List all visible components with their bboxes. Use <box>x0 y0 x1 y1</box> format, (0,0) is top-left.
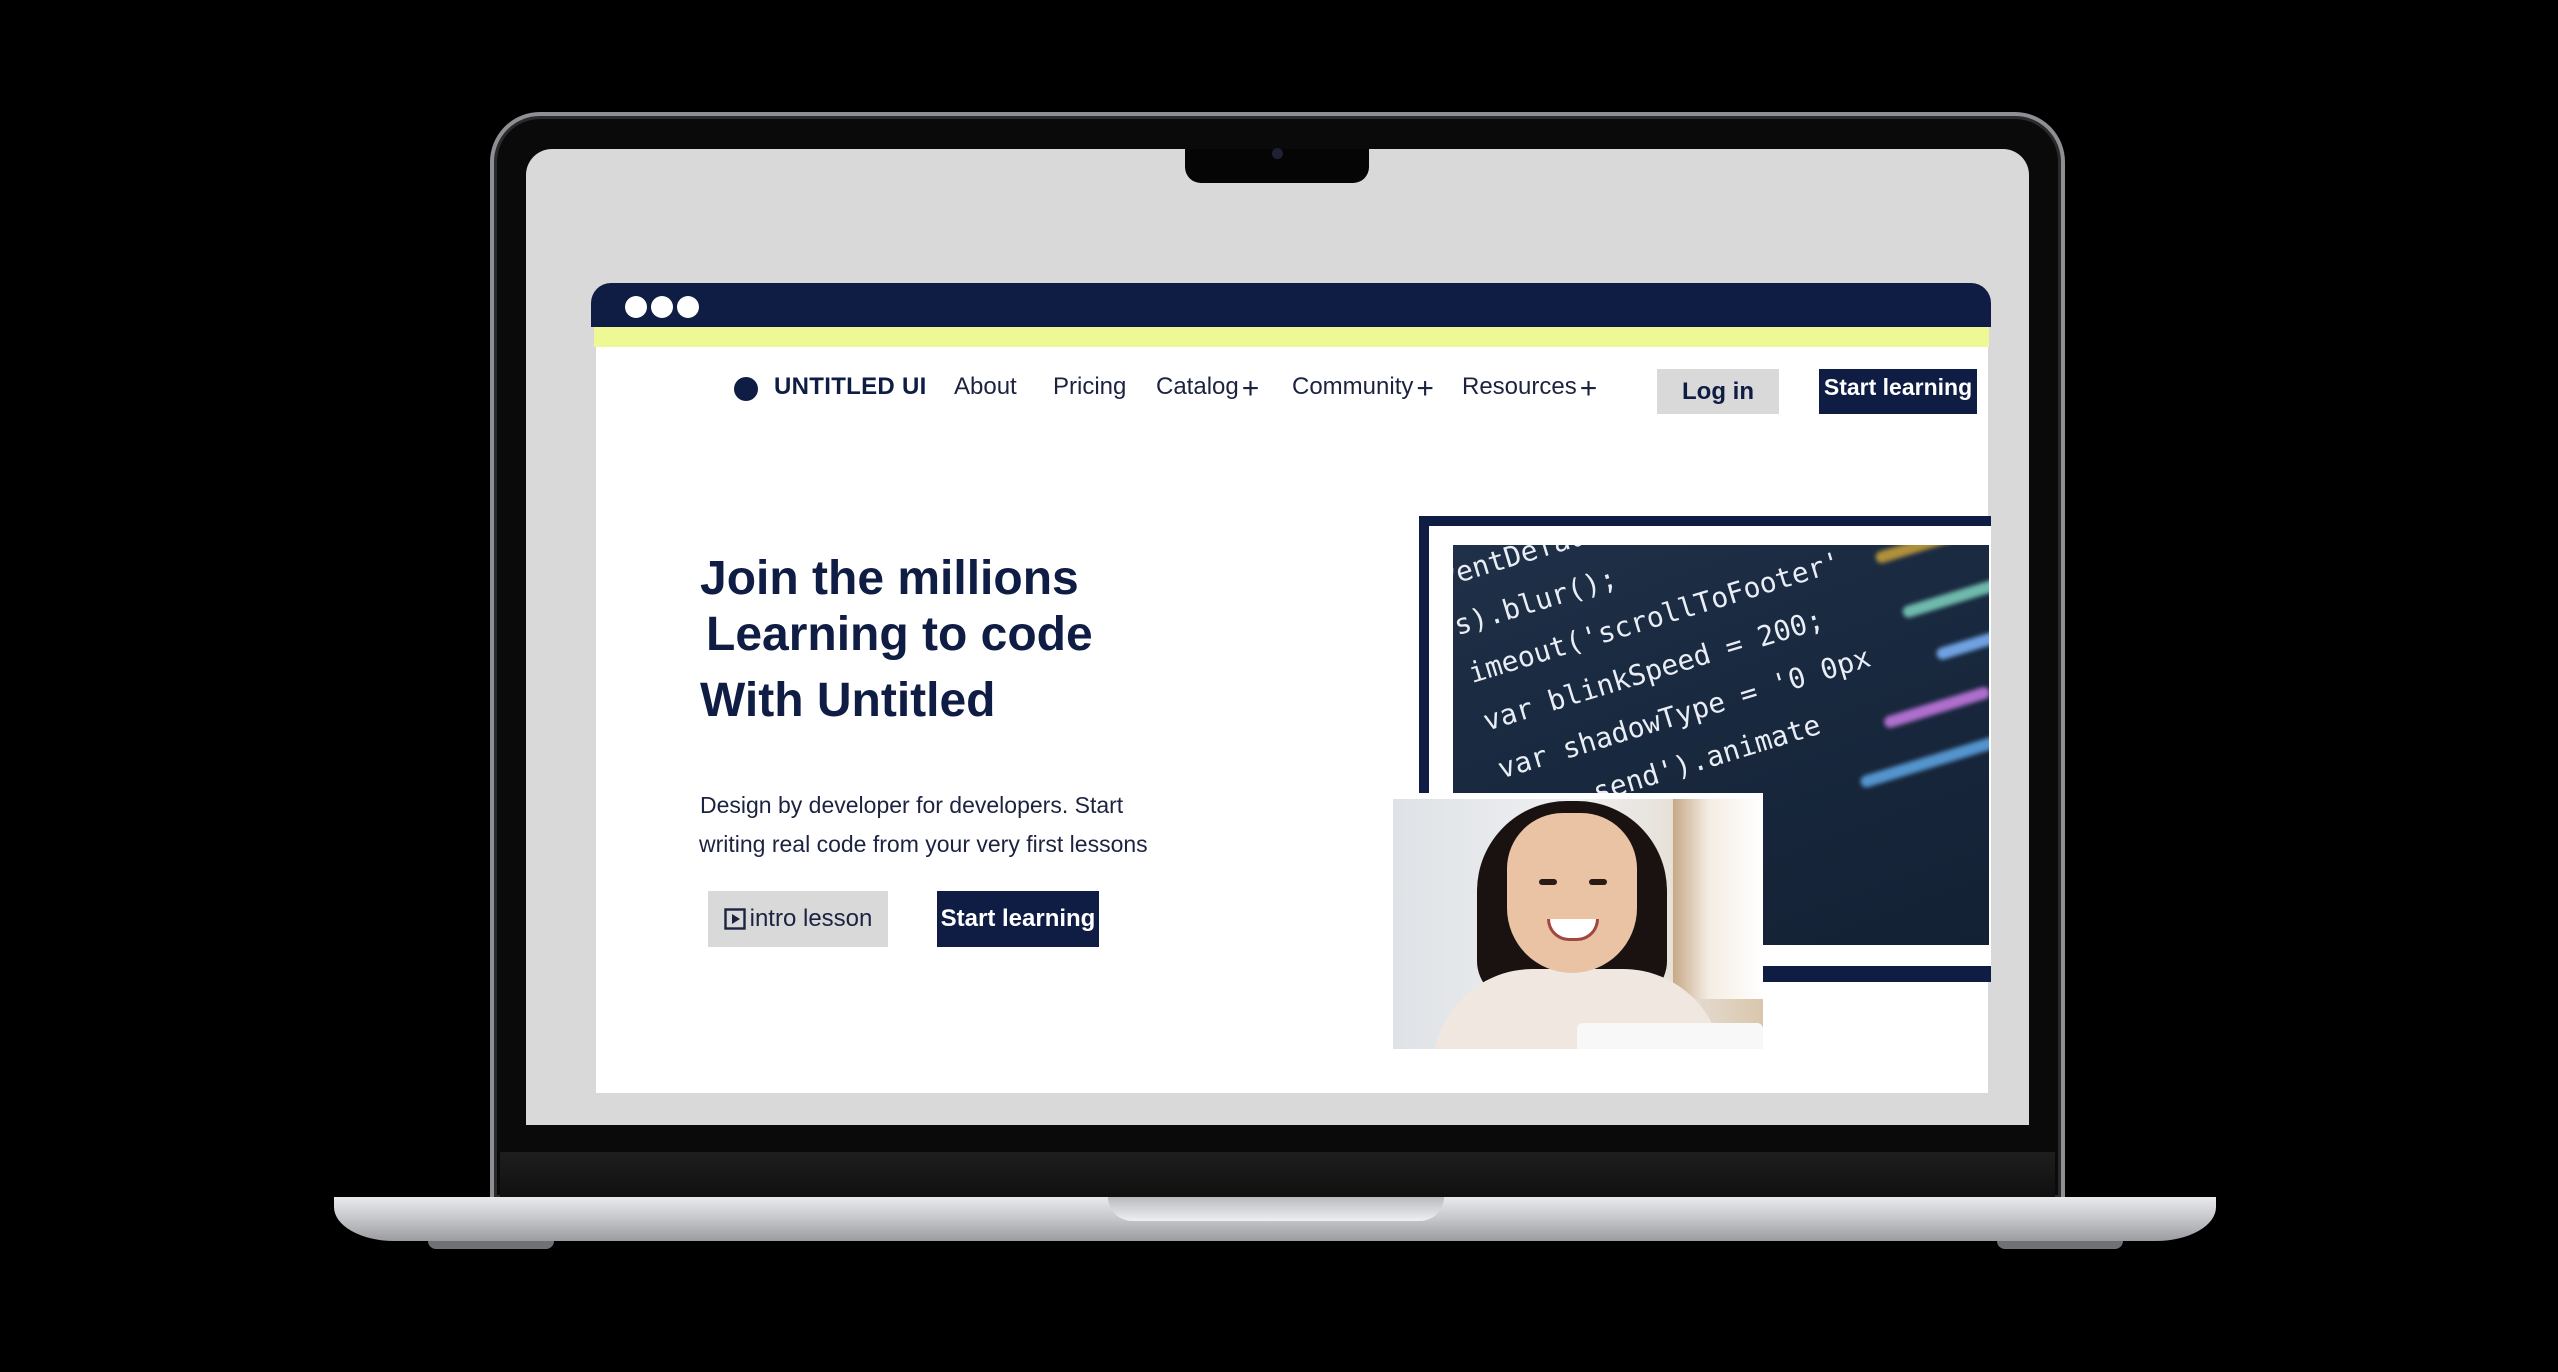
window-dot-icon[interactable] <box>625 296 647 318</box>
play-icon <box>723 908 746 930</box>
intro-lesson-button[interactable]: intro lesson <box>708 891 888 947</box>
nav-link-catalog[interactable]: Catalog + <box>1156 373 1259 404</box>
nav-link-community[interactable]: Community + <box>1292 373 1434 404</box>
plus-icon: + <box>1579 372 1598 405</box>
laptop-hinge <box>500 1152 2055 1197</box>
hero-description-line-1: Design by developer for developers. Star… <box>700 792 1124 818</box>
photo-face <box>1507 813 1637 973</box>
laptop-foot-left <box>428 1241 554 1249</box>
photo-eye <box>1589 879 1607 885</box>
nav-link-label: Pricing <box>1053 373 1127 400</box>
laptop-opening-notch <box>1108 1197 1444 1221</box>
logo-icon[interactable] <box>734 377 758 401</box>
nav-link-label: Catalog <box>1156 373 1239 400</box>
window-dot-icon[interactable] <box>677 296 699 318</box>
login-button[interactable]: Log in <box>1657 369 1779 414</box>
photo-window <box>1673 799 1763 999</box>
hero-title-line-3: With Untitled <box>700 674 996 727</box>
nav-link-label: Community <box>1292 373 1414 400</box>
nav-link-label: About <box>954 373 1017 400</box>
plus-icon: + <box>1416 372 1434 405</box>
laptop-foot-right <box>1997 1241 2123 1249</box>
code-frame-accent <box>1762 966 1991 978</box>
hero-start-learning-button[interactable]: Start learning <box>937 891 1099 947</box>
intro-lesson-label: intro lesson <box>749 905 873 932</box>
nav-start-learning-button[interactable]: Start learning <box>1819 369 1977 414</box>
photo-eye <box>1539 879 1557 885</box>
camera-icon <box>1272 148 1283 159</box>
photo-overlay-card <box>1577 1023 1763 1049</box>
hero-description-line-2: writing real code from your very first l… <box>699 831 1148 857</box>
nav-link-label: Resources <box>1462 373 1577 400</box>
nav-link-pricing[interactable]: Pricing <box>1053 373 1126 401</box>
nav-link-resources[interactable]: Resources + <box>1462 373 1597 404</box>
browser-title-bar <box>591 283 1991 327</box>
hero-title-line-2: Learning to code <box>706 608 1093 661</box>
student-photo <box>1393 793 1763 1049</box>
hero-title-line-1: Join the millions <box>700 552 1079 605</box>
nav-link-about[interactable]: About <box>954 373 1017 401</box>
plus-icon: + <box>1241 372 1260 405</box>
accent-bar <box>594 327 1989 347</box>
window-dot-icon[interactable] <box>651 296 673 318</box>
brand-name[interactable]: UNTITLED UI <box>774 373 927 401</box>
